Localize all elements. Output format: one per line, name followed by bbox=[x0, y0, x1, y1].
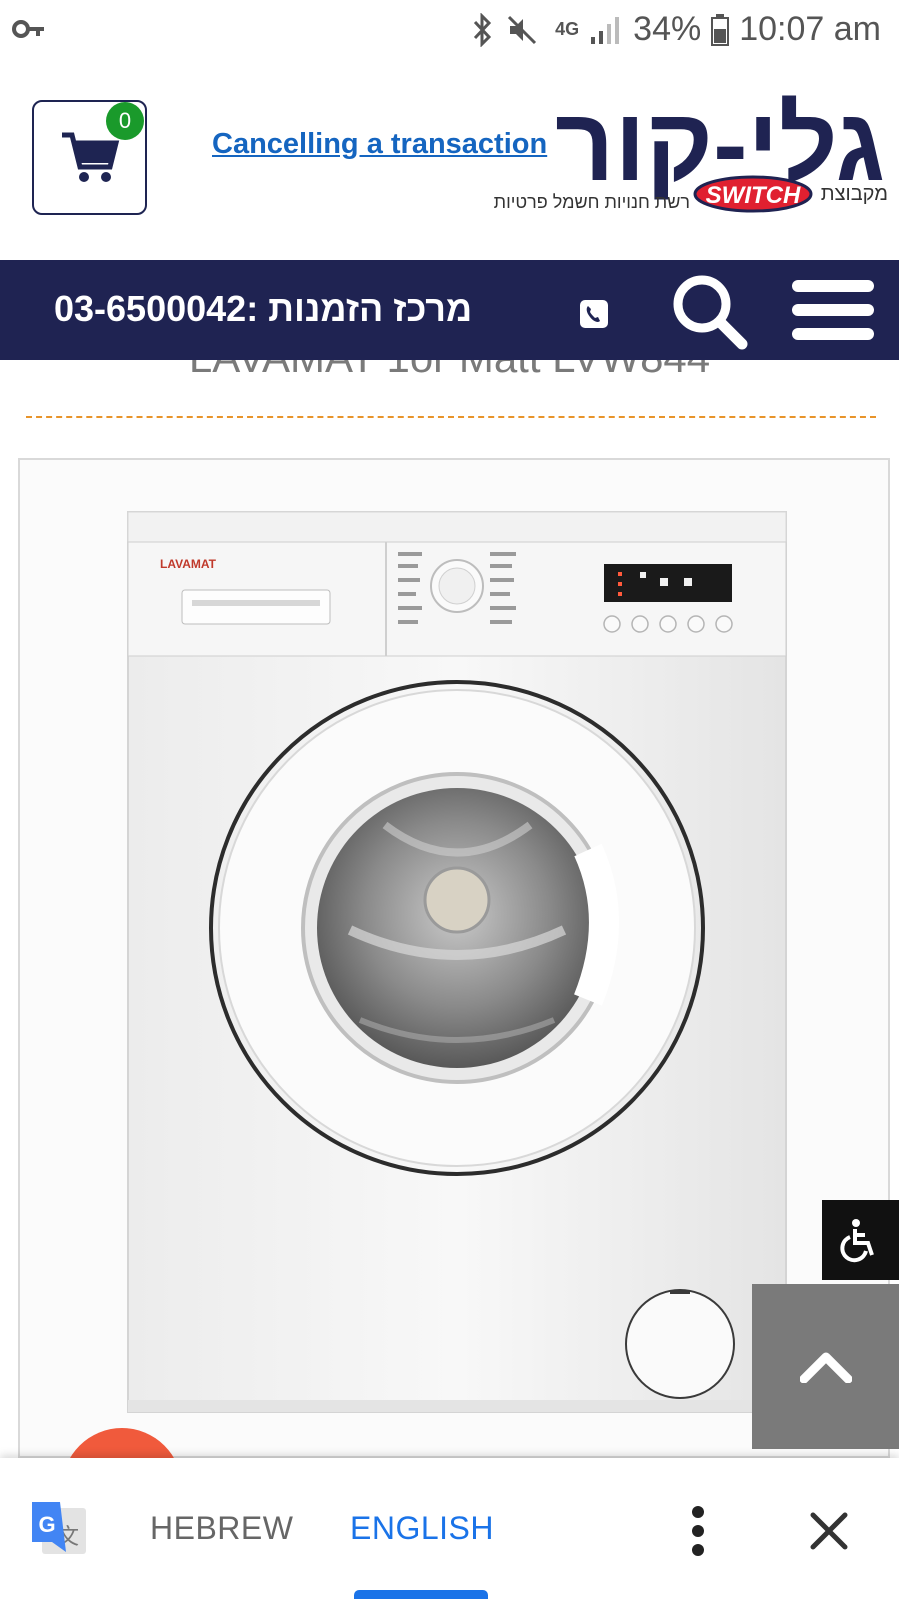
battery-percent: 34% bbox=[633, 10, 702, 48]
order-center-phone[interactable]: מרכז הזמנות :03-6500042 bbox=[54, 288, 472, 330]
phone-icon bbox=[580, 300, 608, 328]
tab-target-language[interactable]: ENGLISH bbox=[350, 1510, 494, 1547]
site-logo[interactable]: גלי-קור מקבוצת SWITCH רשת חנויות חשמל פר… bbox=[490, 88, 890, 228]
product-title-text: LAVAMAT 1or Matt LVW844 bbox=[189, 360, 710, 381]
tab-source-language[interactable]: HEBREW bbox=[150, 1510, 293, 1547]
logo-group-prefix: מקבוצת bbox=[821, 183, 888, 205]
logo-switch: SWITCH bbox=[706, 182, 801, 209]
washer-brand-label: LAVAMAT bbox=[160, 557, 217, 571]
logo-tagline: רשת חנויות חשמל פרטיות bbox=[494, 192, 690, 212]
shopping-cart-icon bbox=[61, 132, 119, 182]
search-icon[interactable] bbox=[670, 272, 748, 350]
network-type: 4G bbox=[555, 19, 580, 39]
active-language-indicator bbox=[354, 1590, 488, 1599]
menu-icon[interactable] bbox=[792, 280, 874, 340]
clock: 10:07 am bbox=[739, 10, 881, 48]
cart-count-badge: 0 bbox=[106, 102, 144, 140]
title-divider bbox=[26, 416, 876, 418]
chevron-up-icon bbox=[799, 1352, 852, 1383]
page: 4G 34% 10:07 am 0 גלי-קור מקבוצת SWITCH … bbox=[0, 0, 899, 1599]
scroll-to-top-button[interactable] bbox=[752, 1284, 899, 1449]
google-translate-icon[interactable]: 文 G bbox=[30, 1500, 88, 1558]
product-title: LAVAMAT 1or Matt LVW844 bbox=[0, 360, 899, 382]
more-options-icon[interactable] bbox=[688, 1505, 708, 1557]
signal-icon bbox=[591, 16, 620, 44]
key-icon bbox=[12, 20, 44, 38]
close-icon[interactable] bbox=[810, 1512, 848, 1550]
wheelchair-icon bbox=[839, 1219, 874, 1263]
status-bar: 4G 34% 10:07 am bbox=[0, 0, 899, 62]
svg-text:G: G bbox=[38, 1512, 55, 1537]
bluetooth-icon bbox=[474, 12, 492, 47]
battery-icon bbox=[711, 13, 730, 46]
mute-icon bbox=[508, 15, 537, 44]
cancel-transaction-link[interactable]: Cancelling a transaction bbox=[212, 128, 547, 161]
accessibility-button[interactable] bbox=[822, 1200, 899, 1280]
